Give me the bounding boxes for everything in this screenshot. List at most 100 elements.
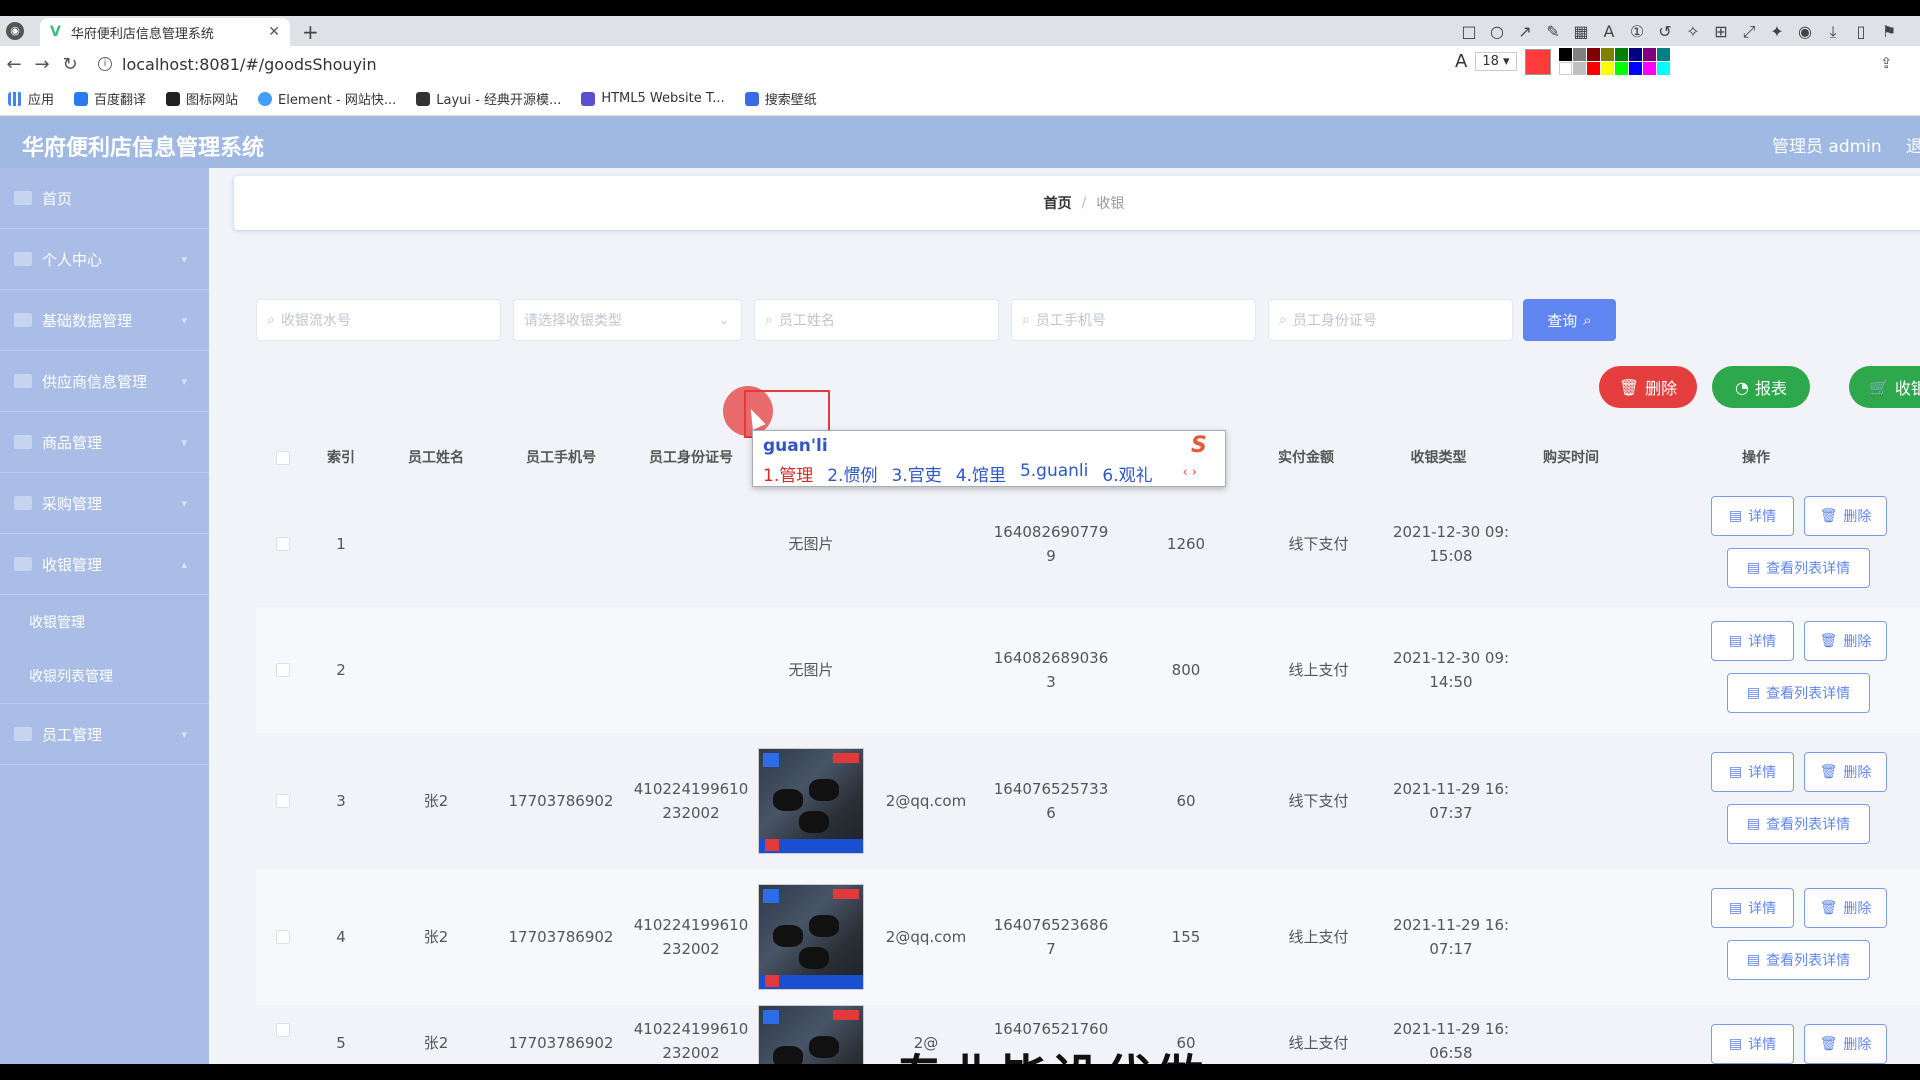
number-tool-icon[interactable]: ①	[1628, 22, 1646, 42]
delete-row-button[interactable]: 🗑 删除	[1804, 621, 1887, 661]
sidebar-item-home[interactable]: 首页	[0, 168, 209, 229]
ocr-icon[interactable]: ⊞	[1712, 22, 1730, 42]
time-line-1: 2021-11-29 16:	[1392, 780, 1510, 798]
ime-candidate[interactable]: 4.馆里	[956, 461, 1006, 486]
list-detail-button[interactable]: ▤ 查看列表详情	[1727, 548, 1870, 588]
current-color-swatch[interactable]	[1524, 48, 1551, 75]
bookmark-wallpaper[interactable]: 搜索壁纸	[744, 89, 817, 108]
row-checkbox[interactable]	[276, 537, 290, 551]
tab-close-icon[interactable]: ✕	[268, 24, 280, 40]
pin2-icon[interactable]: ✦	[1768, 22, 1786, 42]
ime-candidate-window: guan'li 1.管理 2.惯例 3.官吏 4.馆里 5.guanli 6.观…	[752, 430, 1226, 487]
delete-label: 删除	[1843, 1037, 1872, 1053]
delete-row-button[interactable]: 🗑 删除	[1804, 1024, 1887, 1064]
new-tab-icon[interactable]: +	[302, 20, 319, 44]
document-icon: ▤	[1728, 633, 1743, 649]
ime-candidate[interactable]: 5.guanli	[1020, 461, 1088, 486]
browser-tab[interactable]: V 华府便利店信息管理系统 ✕	[40, 18, 290, 46]
back-icon[interactable]: ←	[0, 54, 28, 75]
text-tool-icon[interactable]: A	[1600, 22, 1618, 42]
bookmark-icon[interactable]: ⚑	[1880, 22, 1898, 42]
ime-candidate[interactable]: 6.观礼	[1102, 461, 1152, 486]
detail-label: 详情	[1748, 901, 1777, 917]
row-checkbox[interactable]	[276, 930, 290, 944]
url-field[interactable]: i localhost:8081/#/goodsShouyin	[98, 55, 377, 74]
undo-icon[interactable]: ↺	[1656, 22, 1674, 42]
row-checkbox[interactable]	[276, 1023, 290, 1037]
serial-search-input[interactable]: ⌕ 收银流水号	[256, 299, 501, 341]
detail-button[interactable]: ▤ 详情	[1711, 888, 1794, 928]
delete-row-button[interactable]: 🗑 删除	[1804, 888, 1887, 928]
bookmark-layui[interactable]: Layui - 经典开源模...	[416, 89, 561, 108]
chevron-down-icon: ⌄	[718, 313, 729, 327]
ime-candidate[interactable]: 3.官吏	[891, 461, 941, 486]
site-info-icon[interactable]: i	[98, 57, 112, 71]
cashier-type-select[interactable]: 请选择收银类型 ⌄	[513, 299, 742, 341]
bulk-delete-button[interactable]: 🗑 删除	[1599, 366, 1697, 408]
staff-phone-input[interactable]: ⌕ 员工手机号	[1011, 299, 1256, 341]
cell-type: 线上支付	[1288, 661, 1349, 679]
browser-menu-icon[interactable]: ◉	[6, 22, 24, 40]
phone-icon[interactable]: ▯	[1852, 22, 1870, 42]
time-line-1: 2021-12-30 09:	[1392, 649, 1510, 667]
detail-button[interactable]: ▤ 详情	[1711, 621, 1794, 661]
staff-idcard-input[interactable]: ⌕ 员工身份证号	[1268, 299, 1513, 341]
bookmark-apps[interactable]: 应用	[8, 89, 54, 108]
staff-name-input[interactable]: ⌕ 员工姓名	[754, 299, 999, 341]
color-palette[interactable]	[1558, 48, 1670, 75]
rectangle-tool-icon[interactable]: □	[1460, 22, 1478, 42]
pin-icon[interactable]: ✧	[1684, 22, 1702, 42]
tea-set-product-image[interactable]	[758, 1005, 864, 1064]
delete-row-button[interactable]: 🗑 删除	[1804, 496, 1887, 536]
list-detail-button[interactable]: ▤ 查看列表详情	[1727, 804, 1870, 844]
select-all-checkbox[interactable]	[276, 451, 290, 465]
bookmark-element[interactable]: Element - 网站快...	[258, 89, 396, 108]
report-button[interactable]: ◔ 报表	[1712, 366, 1810, 408]
cell-idcard: 410224199610 232002	[626, 777, 756, 825]
forward-icon[interactable]: →	[28, 54, 56, 75]
search-button-label: 查询	[1547, 311, 1578, 330]
sidebar-item-goods[interactable]: 商品管理 ▾	[0, 412, 209, 473]
arrow-tool-icon[interactable]: ↗	[1516, 22, 1534, 42]
search-button[interactable]: 查询 ⌕	[1523, 299, 1616, 341]
sidebar-item-staff[interactable]: 员工管理 ▾	[0, 704, 209, 765]
search-icon: ⌕	[1583, 311, 1592, 329]
share-icon[interactable]: ⇪	[1880, 54, 1893, 72]
sidebar-subitem-cashier[interactable]: 收银管理	[0, 595, 209, 649]
ime-candidate[interactable]: 2.惯例	[827, 461, 877, 486]
logout-link[interactable]: 退	[1906, 132, 1920, 157]
tea-set-product-image[interactable]	[758, 748, 864, 854]
sidebar-item-purchase[interactable]: 采购管理 ▾	[0, 473, 209, 534]
font-size-select[interactable]: 18 ▾	[1475, 52, 1517, 71]
breadcrumb-home[interactable]: 首页	[1044, 193, 1072, 213]
detail-button[interactable]: ▤ 详情	[1711, 496, 1794, 536]
detail-button[interactable]: ▤ 详情	[1711, 1024, 1794, 1064]
sidebar-item-basic-data[interactable]: 基础数据管理 ▾	[0, 290, 209, 351]
bookmark-baidu-translate[interactable]: 百度翻译	[74, 89, 146, 108]
cell-email: 2@qq.com	[885, 792, 967, 810]
ime-candidate[interactable]: 1.管理	[763, 461, 813, 486]
delete-row-button[interactable]: 🗑 删除	[1804, 752, 1887, 792]
mosaic-tool-icon[interactable]: ▦	[1572, 22, 1590, 42]
record-icon[interactable]: ◉	[1796, 22, 1814, 42]
sidebar-item-label: 收银管理	[42, 555, 103, 574]
translate-icon[interactable]: ⤢	[1740, 22, 1758, 42]
cashier-button[interactable]: 🛒 收银	[1849, 366, 1920, 408]
reload-icon[interactable]: ↻	[56, 54, 84, 75]
sidebar-item-profile[interactable]: 个人中心 ▾	[0, 229, 209, 290]
bookmark-html5[interactable]: HTML5 Website T...	[581, 91, 725, 106]
bookmark-icon-site[interactable]: 图标网站	[166, 89, 238, 108]
sidebar-item-cashier[interactable]: 收银管理 ▴	[0, 534, 209, 595]
pen-tool-icon[interactable]: ✎	[1544, 22, 1562, 42]
row-checkbox[interactable]	[276, 663, 290, 677]
sidebar-subitem-cashier-list[interactable]: 收银列表管理	[0, 649, 209, 703]
sidebar-item-supplier[interactable]: 供应商信息管理 ▾	[0, 351, 209, 412]
list-detail-button[interactable]: ▤ 查看列表详情	[1727, 673, 1870, 713]
tea-set-product-image[interactable]	[758, 884, 864, 990]
list-detail-button[interactable]: ▤ 查看列表详情	[1727, 940, 1870, 980]
download-icon[interactable]: ⤓	[1824, 22, 1842, 42]
ime-page-arrows-icon[interactable]: ‹ ›	[1182, 465, 1197, 480]
circle-tool-icon[interactable]: ○	[1488, 22, 1506, 42]
row-checkbox[interactable]	[276, 794, 290, 808]
detail-button[interactable]: ▤ 详情	[1711, 752, 1794, 792]
